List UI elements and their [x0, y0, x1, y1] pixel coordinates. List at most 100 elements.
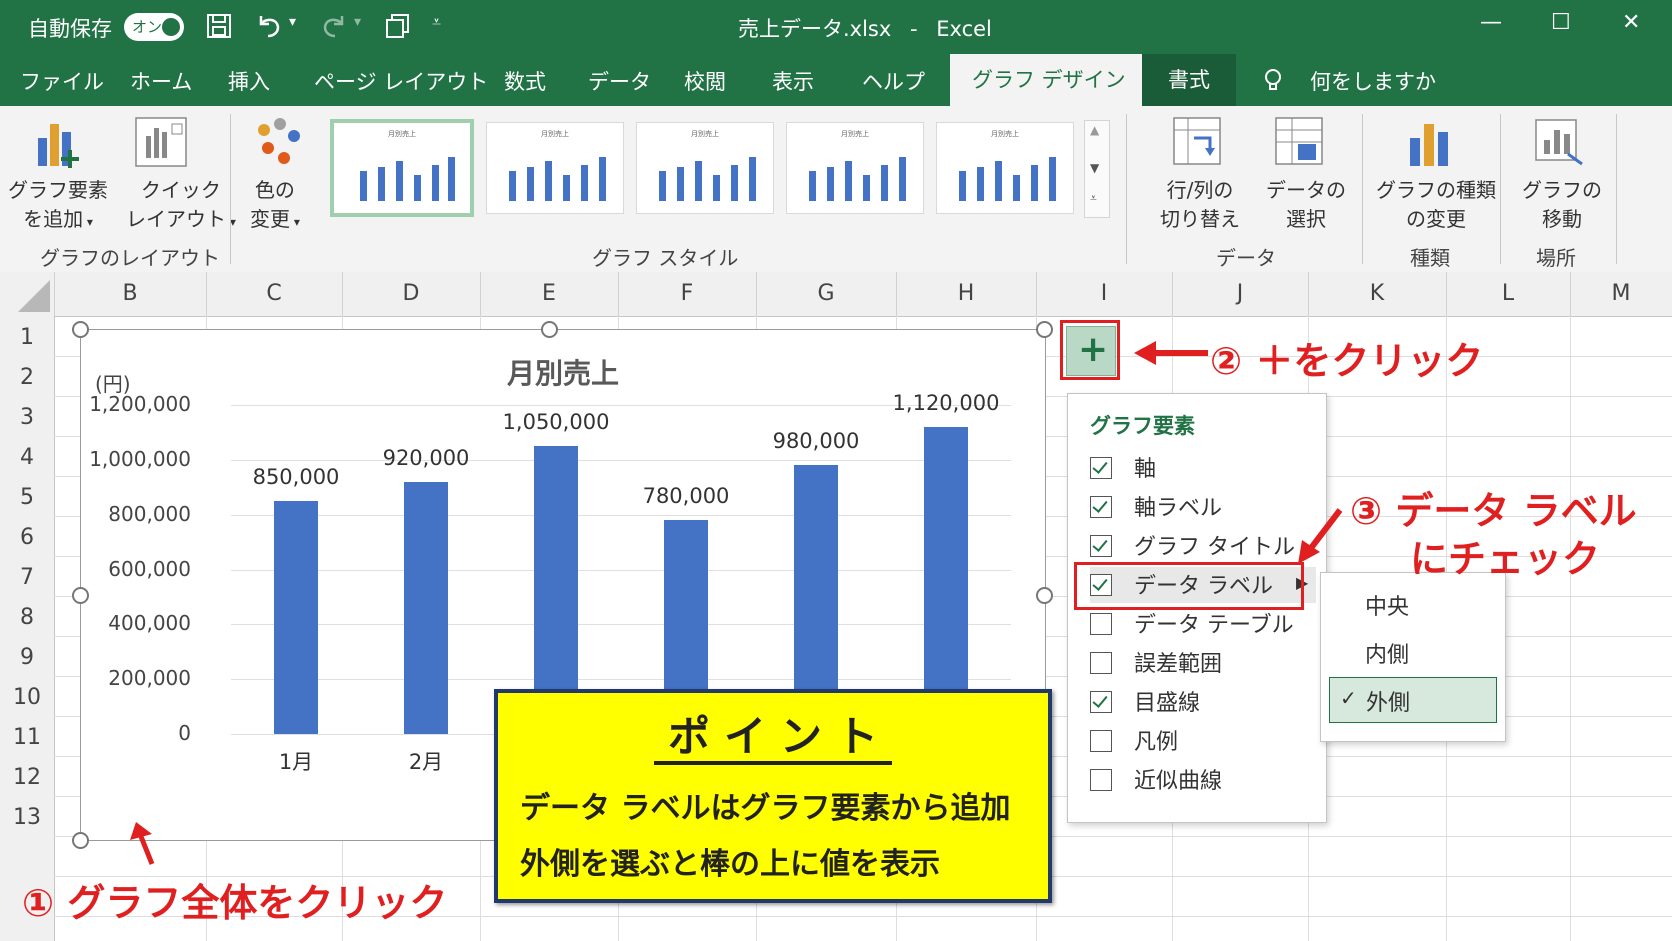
- thumb-bar: [695, 161, 702, 201]
- chart-style-5[interactable]: 月別売上: [936, 122, 1074, 214]
- column-header[interactable]: I: [1036, 272, 1173, 316]
- arrow-step2-icon: [1134, 341, 1208, 365]
- tab-page-layout[interactable]: ページ レイアウト: [314, 66, 488, 96]
- styles-gallery-scroll[interactable]: ▲ ▼ ⩡: [1084, 120, 1110, 218]
- column-header[interactable]: H: [896, 272, 1037, 316]
- tell-me-search[interactable]: 何をしますか: [1310, 66, 1436, 96]
- tab-file[interactable]: ファイル: [20, 66, 104, 96]
- element-item-axis-titles[interactable]: 軸ラベル: [1090, 489, 1316, 525]
- move-chart-button[interactable]: グラフの 移動: [1508, 106, 1608, 236]
- tab-format[interactable]: 書式: [1142, 54, 1236, 106]
- tab-home[interactable]: ホーム: [130, 66, 192, 96]
- minimize-button[interactable]: —: [1480, 10, 1502, 35]
- column-header[interactable]: B: [54, 272, 207, 316]
- resize-handle[interactable]: [1036, 587, 1053, 604]
- submenu-item-inside[interactable]: 内側: [1365, 637, 1409, 669]
- switch-row-column-button[interactable]: 行/列の 切り替え: [1150, 106, 1250, 236]
- column-header[interactable]: E: [480, 272, 619, 316]
- data-label[interactable]: 920,000: [356, 446, 496, 470]
- element-item-chart-title[interactable]: グラフ タイトル: [1090, 528, 1316, 564]
- checkbox-chart-title[interactable]: [1090, 535, 1112, 557]
- data-label[interactable]: 1,120,000: [876, 391, 1016, 415]
- chart-style-4[interactable]: 月別売上: [786, 122, 924, 214]
- resize-handle[interactable]: [72, 321, 89, 338]
- tab-insert[interactable]: 挿入: [228, 66, 270, 96]
- row-header[interactable]: 4: [0, 445, 54, 470]
- checkbox-error-bars[interactable]: [1090, 652, 1112, 674]
- undo-dropdown-icon[interactable]: ▾: [289, 14, 296, 30]
- restore-button[interactable]: ☐: [1551, 10, 1571, 35]
- column-header[interactable]: D: [342, 272, 481, 316]
- element-item-error-bars[interactable]: 誤差範囲: [1090, 645, 1316, 681]
- checkbox-trendline[interactable]: [1090, 769, 1112, 791]
- chart-style-3[interactable]: 月別売上: [636, 122, 774, 214]
- column-header[interactable]: C: [206, 272, 343, 316]
- row-header[interactable]: 10: [0, 685, 54, 710]
- checkbox-axis-titles[interactable]: [1090, 496, 1112, 518]
- autosave-toggle[interactable]: オン: [124, 13, 184, 41]
- element-item-trendline[interactable]: 近似曲線: [1090, 762, 1316, 798]
- row-header[interactable]: 3: [0, 405, 54, 430]
- row-header[interactable]: 2: [0, 365, 54, 390]
- chart-style-2[interactable]: 月別売上: [486, 122, 624, 214]
- resize-handle[interactable]: [1036, 321, 1053, 338]
- chart-bar[interactable]: [924, 426, 968, 734]
- row-header[interactable]: 5: [0, 485, 54, 510]
- row-header[interactable]: 1: [0, 325, 54, 350]
- select-data-button[interactable]: データの 選択: [1254, 106, 1350, 236]
- quick-layout-button[interactable]: クイック レイアウト ▾: [122, 106, 236, 236]
- checkbox-legend[interactable]: [1090, 730, 1112, 752]
- element-item-gridlines[interactable]: 目盛線: [1090, 684, 1316, 720]
- column-header[interactable]: K: [1308, 272, 1447, 316]
- scroll-down-icon[interactable]: ▼: [1090, 161, 1099, 175]
- resize-handle[interactable]: [541, 321, 558, 338]
- row-header[interactable]: 6: [0, 525, 54, 550]
- gallery-more-icon[interactable]: ⩡: [1090, 191, 1097, 206]
- chart-bar[interactable]: [404, 481, 448, 734]
- customize-qat-icon[interactable]: ⩡: [432, 12, 441, 32]
- copy-icon[interactable]: [384, 12, 412, 46]
- tab-help[interactable]: ヘルプ: [862, 66, 925, 96]
- data-label[interactable]: 1,050,000: [486, 410, 626, 434]
- checkbox-gridlines[interactable]: [1090, 691, 1112, 713]
- element-item-data-table[interactable]: データ テーブル: [1090, 606, 1316, 642]
- row-header[interactable]: 12: [0, 765, 54, 790]
- y-tick-label: 0: [178, 721, 191, 745]
- scroll-up-icon[interactable]: ▲: [1090, 123, 1099, 137]
- submenu-item-center[interactable]: 中央: [1365, 589, 1409, 621]
- element-item-axes[interactable]: 軸: [1090, 450, 1316, 486]
- column-header[interactable]: F: [618, 272, 757, 316]
- row-header[interactable]: 9: [0, 645, 54, 670]
- close-button[interactable]: ✕: [1622, 10, 1640, 35]
- column-header[interactable]: J: [1172, 272, 1309, 316]
- tab-view[interactable]: 表示: [772, 66, 814, 96]
- resize-handle[interactable]: [72, 587, 89, 604]
- column-header[interactable]: G: [756, 272, 897, 316]
- chart-bar[interactable]: [274, 500, 318, 734]
- tab-data[interactable]: データ: [588, 66, 651, 96]
- submenu-item-outside[interactable]: ✓ 外側: [1329, 677, 1497, 723]
- column-header[interactable]: M: [1570, 272, 1672, 316]
- tab-chart-design[interactable]: グラフ デザイン: [950, 54, 1148, 106]
- tab-review[interactable]: 校閲: [684, 66, 726, 96]
- data-label[interactable]: 850,000: [226, 465, 366, 489]
- chart-style-1[interactable]: 月別売上: [330, 119, 474, 217]
- row-header[interactable]: 11: [0, 725, 54, 750]
- row-header[interactable]: 8: [0, 605, 54, 630]
- save-icon[interactable]: [206, 12, 232, 46]
- checkbox-data-table[interactable]: [1090, 613, 1112, 635]
- column-header[interactable]: L: [1446, 272, 1571, 316]
- add-chart-element-button[interactable]: グラフ要素 を追加 ▾: [0, 106, 120, 236]
- checkbox-axes[interactable]: [1090, 457, 1112, 479]
- row-header[interactable]: 13: [0, 805, 54, 830]
- tab-formulas[interactable]: 数式: [504, 66, 546, 96]
- data-label[interactable]: 980,000: [746, 429, 886, 453]
- change-colors-button[interactable]: 色の 変更 ▾: [240, 106, 320, 236]
- undo-icon[interactable]: [255, 12, 283, 46]
- select-all-corner[interactable]: [0, 272, 55, 316]
- change-chart-type-button[interactable]: グラフの種類 の変更: [1370, 106, 1496, 236]
- data-label[interactable]: 780,000: [616, 484, 756, 508]
- row-header[interactable]: 7: [0, 565, 54, 590]
- resize-handle[interactable]: [72, 832, 89, 849]
- element-item-legend[interactable]: 凡例: [1090, 723, 1316, 759]
